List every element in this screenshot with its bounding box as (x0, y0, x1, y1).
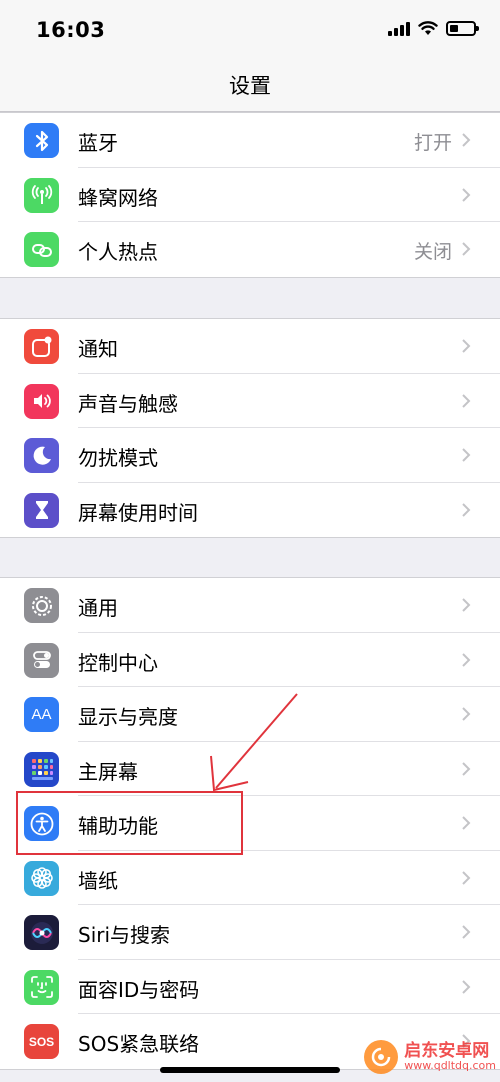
settings-row-label: 主屏幕 (78, 759, 138, 784)
chevron-right-icon (462, 448, 471, 462)
hourglass-icon (24, 492, 59, 528)
settings-row-sounds[interactable]: 声音与触感 (0, 374, 500, 428)
settings-row-label: 控制中心 (78, 650, 158, 675)
chevron-right-icon (462, 187, 471, 202)
toggles-icon (24, 642, 59, 678)
settings-row-label: 屏幕使用时间 (78, 500, 198, 525)
hotspot-icon (24, 232, 59, 267)
text-size-icon: AA (24, 697, 59, 732)
battery-icon (446, 20, 479, 36)
chevron-right-icon (462, 925, 471, 939)
settings-row-screen-time[interactable]: 屏幕使用时间 (0, 483, 500, 538)
chevron-right-icon (462, 242, 471, 256)
settings-row-face-id[interactable]: 面容ID与密码 (0, 960, 500, 1014)
settings-row-bluetooth[interactable]: 蓝牙 打开 (0, 113, 500, 168)
annotation-arrow-icon (210, 693, 298, 792)
cellular-icon (24, 177, 59, 213)
watermark-logo-icon (364, 1040, 399, 1074)
status-time: 16:03 (36, 18, 106, 42)
settings-row-label: 声音与触感 (78, 391, 178, 416)
settings-row-value: 关闭 (413, 241, 452, 263)
settings-row-label: 蜂窝网络 (78, 185, 158, 210)
bluetooth-icon (24, 123, 59, 158)
settings-row-value: 打开 (413, 132, 452, 154)
watermark-url: www.qdltdq.com (404, 1059, 496, 1072)
sos-icon-label: SOS (28, 1034, 55, 1049)
settings-row-general[interactable]: 通用 (0, 578, 500, 633)
page-title: 设置 (229, 74, 271, 98)
settings-row-label: Siri与搜索 (78, 923, 171, 947)
settings-row-label: 墙纸 (78, 868, 118, 893)
faceid-icon (24, 969, 59, 1005)
chevron-right-icon (462, 816, 471, 830)
text-size-icon-label: AA (31, 706, 52, 723)
settings-row-siri[interactable]: Siri与搜索 (0, 905, 500, 960)
settings-row-label: 个人热点 (78, 240, 158, 264)
settings-row-label: 勿扰模式 (78, 446, 158, 470)
settings-group-notifications: 通知 声音与触感 勿扰模式 屏幕使用时间 (0, 318, 500, 538)
settings-row-label: 面容ID与密码 (78, 977, 200, 1002)
chevron-right-icon (462, 707, 471, 721)
watermark: 启东安卓网 www.qdltdq.com (364, 1040, 496, 1074)
home-indicator (160, 1067, 340, 1073)
wifi-icon (418, 20, 438, 35)
notifications-icon (24, 329, 59, 364)
settings-row-notifications[interactable]: 通知 (0, 319, 500, 374)
sounds-icon (24, 383, 59, 419)
settings-group-connectivity: 蓝牙 打开 蜂窝网络 个人热点 关闭 (0, 112, 500, 278)
settings-row-label: 蓝牙 (78, 131, 118, 155)
chevron-right-icon (462, 979, 471, 994)
chevron-right-icon (462, 761, 471, 776)
chevron-right-icon (462, 502, 471, 517)
settings-row-label: 显示与亮度 (78, 705, 178, 729)
status-bar: 16:03 (0, 0, 500, 58)
moon-icon (24, 438, 59, 473)
settings-row-do-not-disturb[interactable]: 勿扰模式 (0, 428, 500, 483)
navigation-bar: 设置 (0, 58, 500, 112)
gear-icon (24, 588, 59, 623)
chevron-right-icon (462, 133, 471, 147)
flower-icon (24, 860, 59, 896)
status-icons (388, 20, 479, 36)
settings-row-cellular[interactable]: 蜂窝网络 (0, 168, 500, 222)
settings-row-control-center[interactable]: 控制中心 (0, 633, 500, 687)
settings-row-hotspot[interactable]: 个人热点 关闭 (0, 222, 500, 277)
signal-icon (388, 20, 410, 36)
settings-row-label: 通用 (78, 596, 118, 620)
chevron-right-icon (462, 393, 471, 408)
watermark-name: 启东安卓网 (404, 1041, 490, 1061)
chevron-right-icon (462, 339, 471, 353)
chevron-right-icon (462, 598, 471, 612)
settings-row-label: 通知 (78, 337, 118, 361)
highlight-box (16, 791, 243, 855)
chevron-right-icon (462, 652, 471, 667)
settings-row-wallpaper[interactable]: 墙纸 (0, 851, 500, 905)
sos-icon: SOS (24, 1024, 59, 1059)
siri-icon (24, 915, 59, 950)
chevron-right-icon (462, 870, 471, 885)
settings-row-label: SOS紧急联络 (78, 1032, 200, 1056)
home-grid-icon (24, 751, 59, 787)
